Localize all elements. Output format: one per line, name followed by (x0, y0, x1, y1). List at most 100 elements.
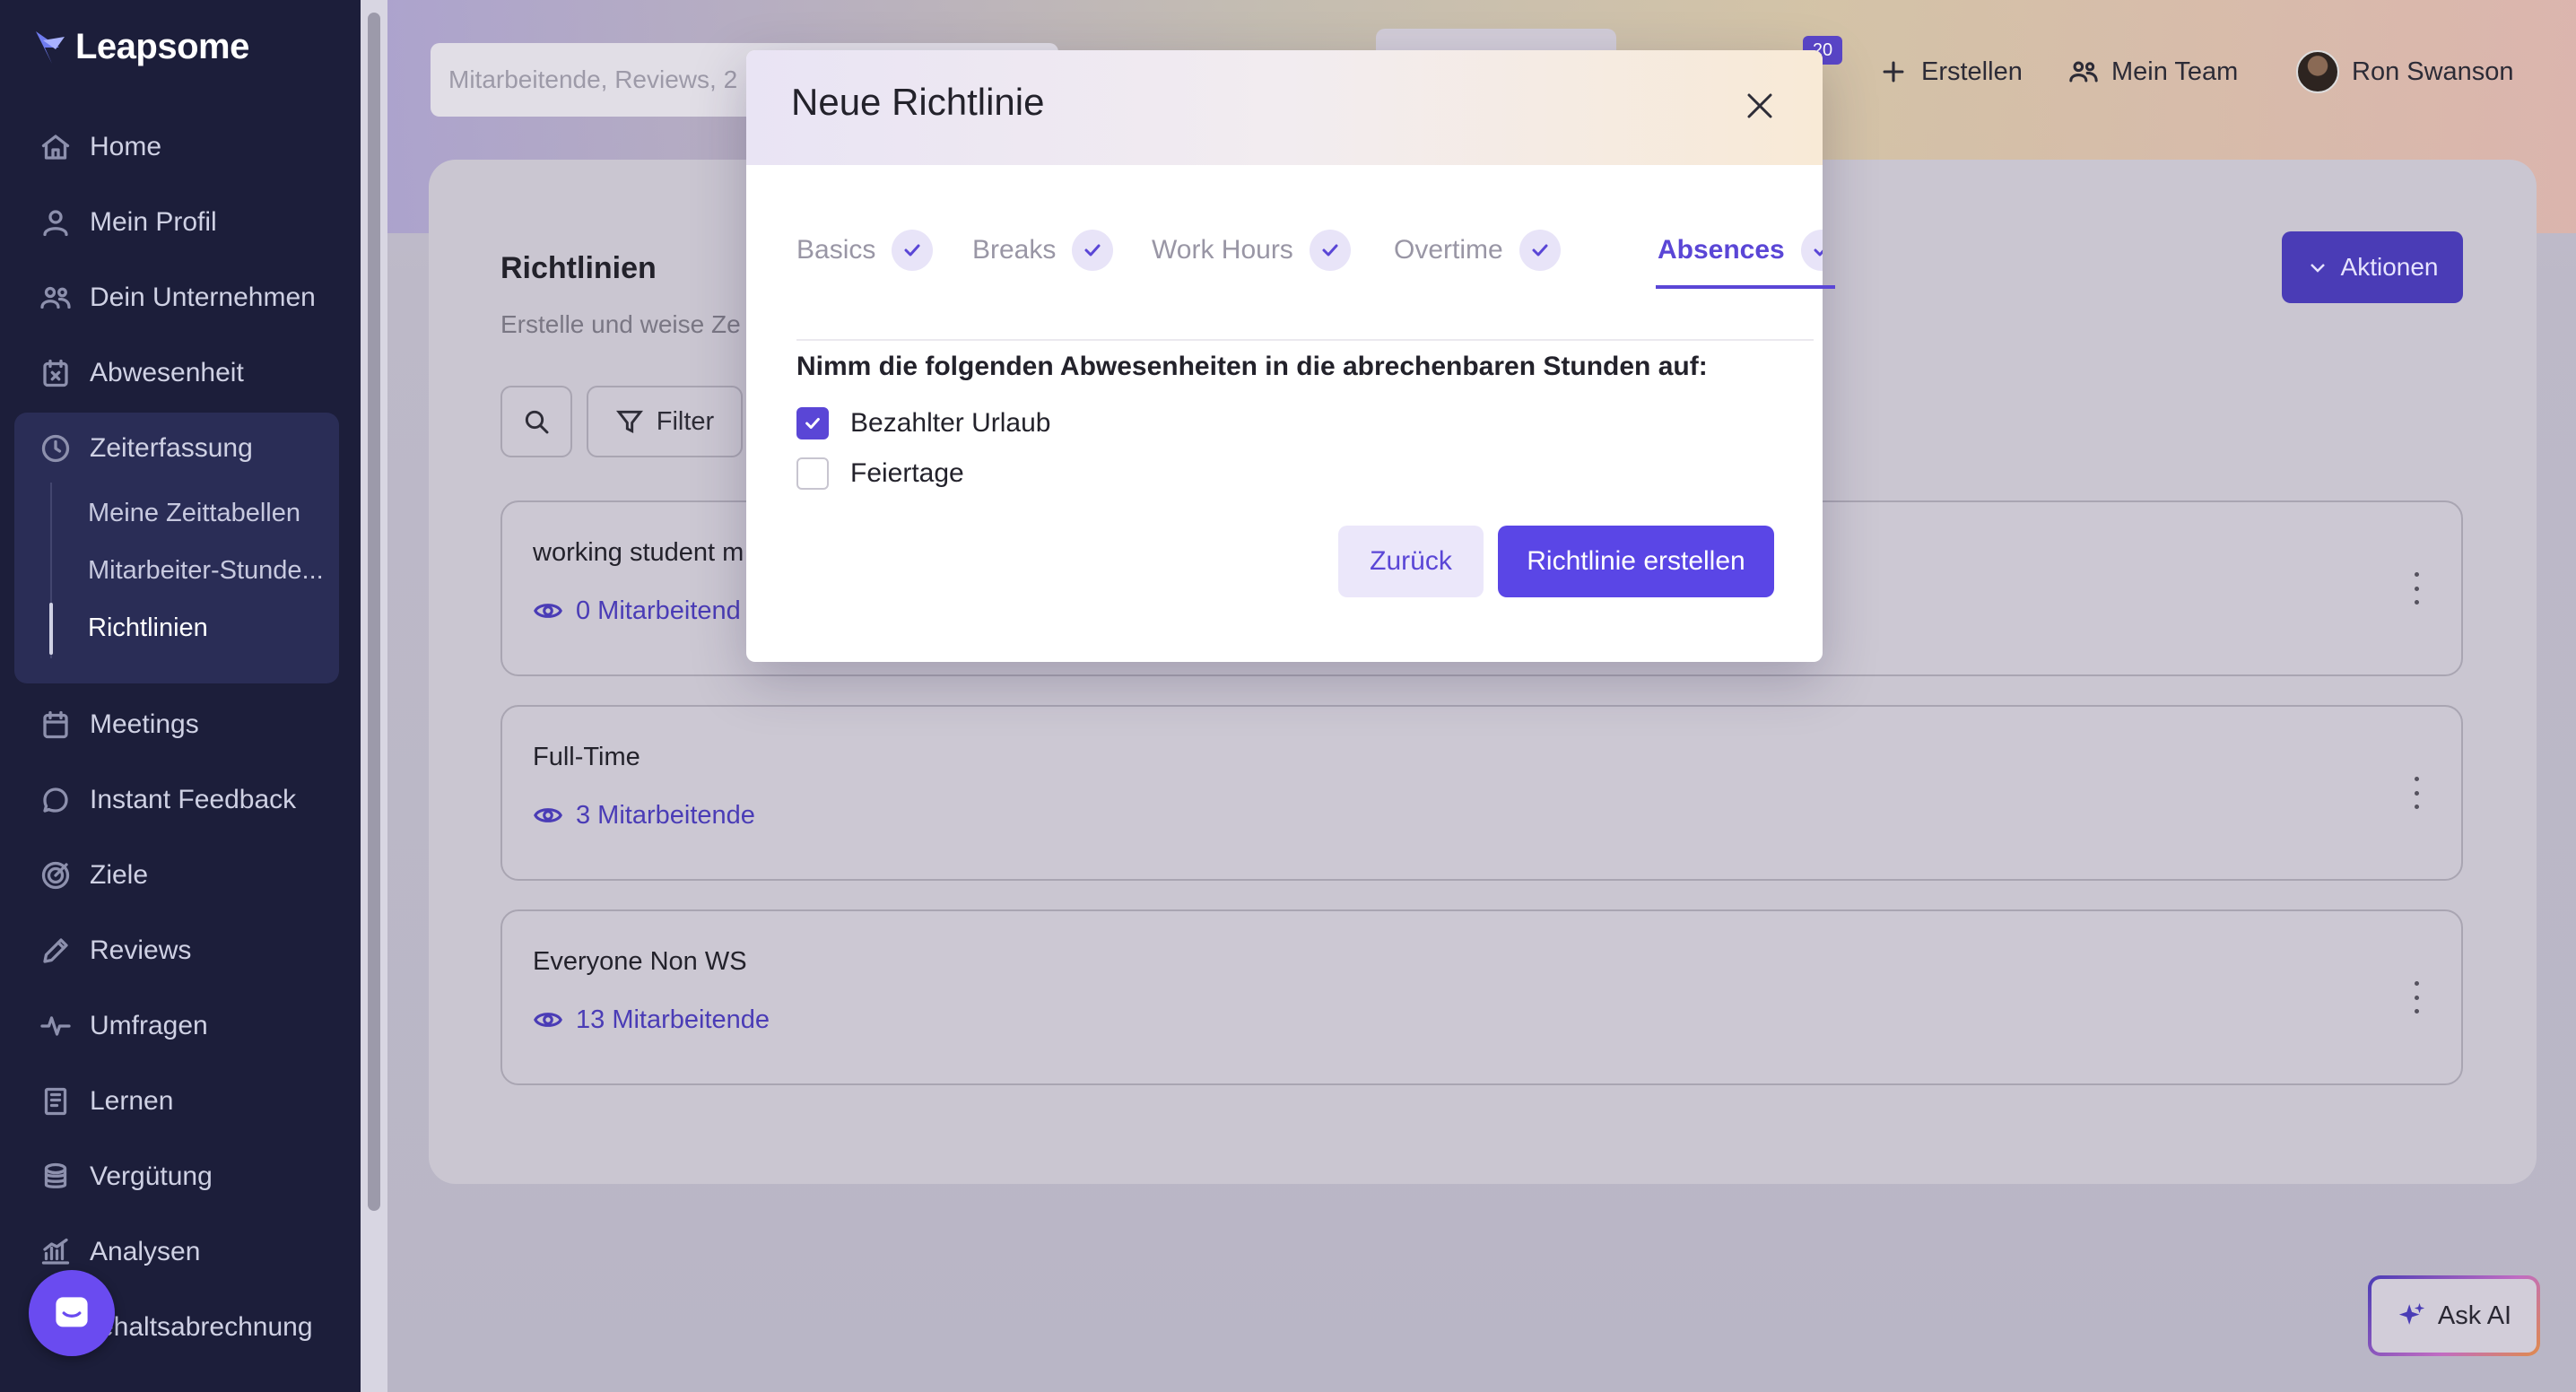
calendar-icon (43, 710, 68, 739)
sidebar-item-time-tracking[interactable]: Zeiterfassung (39, 422, 253, 475)
coins-icon (44, 1162, 67, 1188)
more-options-icon[interactable] (2411, 777, 2422, 809)
sidebar-item-instant-feedback[interactable]: Instant Feedback (39, 773, 296, 827)
leapsome-logo-icon (36, 30, 65, 64)
sidebar-item-label: Instant Feedback (90, 785, 297, 814)
search-icon (525, 410, 549, 434)
filter-icon (615, 410, 643, 434)
sidebar-subitem-employee-hours[interactable]: Mitarbeiter-Stunde... (88, 548, 339, 593)
option-holidays[interactable]: Feiertage (796, 457, 964, 490)
clock-icon (41, 434, 70, 463)
sidebar-item-reviews[interactable]: Reviews (39, 924, 191, 978)
ask-ai-inner: Ask AI (2371, 1279, 2537, 1353)
check-icon (1800, 230, 1823, 271)
filter-label: Filter (656, 406, 715, 436)
checkbox-checked[interactable] (796, 407, 829, 439)
sidebar-subitem-policies[interactable]: Richtlinien (88, 605, 339, 650)
sidebar-item-label: Zeiterfassung (90, 433, 253, 463)
chat-icon (43, 787, 68, 813)
policy-members-count: 3 Mitarbeitende (576, 800, 755, 830)
sidebar-item-label: Lernen (90, 1086, 174, 1116)
more-options-icon[interactable] (2411, 981, 2422, 1014)
filter-button[interactable]: Filter (587, 386, 743, 457)
policy-name: Full-Time (533, 743, 640, 771)
create-label: Erstellen (1921, 57, 2023, 86)
actions-button[interactable]: Aktionen (2282, 231, 2463, 303)
policy-row[interactable]: Everyone Non WS 13 Mitarbeitende (500, 909, 2463, 1085)
tab-label: Basics (796, 235, 876, 265)
back-button[interactable]: Zurück (1338, 526, 1484, 597)
eye-icon (534, 808, 562, 822)
option-paid-vacation[interactable]: Bezahlter Urlaub (796, 407, 1050, 439)
pencil-icon (43, 938, 68, 963)
modal-header: Neue Richtlinie (746, 50, 1823, 165)
policy-members-link[interactable]: 3 Mitarbeitende (533, 800, 755, 831)
policy-members-link[interactable]: 0 Mitarbeitend (533, 596, 741, 626)
sparkle-icon (2398, 1302, 2425, 1325)
support-chat-button[interactable] (29, 1270, 115, 1356)
user-menu[interactable]: Ron Swanson (2296, 45, 2514, 99)
create-policy-button[interactable]: Richtlinie erstellen (1498, 526, 1774, 597)
sidebar-item-compensation[interactable]: Vergütung (39, 1150, 213, 1204)
calendar-x-icon (43, 359, 68, 387)
leapsome-logo[interactable]: Leapsome (32, 27, 249, 67)
wizard-tabs: Basics Breaks Work Hours Overtime Absenc… (796, 228, 1823, 341)
avatar (2296, 50, 2339, 93)
sidebar-item-label: Ziele (90, 860, 149, 890)
sidebar-item-meetings[interactable]: Meetings (39, 698, 199, 752)
chart-icon (41, 1238, 70, 1265)
active-tab-underline (1656, 285, 1835, 289)
sidebar-scrollbar-thumb[interactable] (368, 13, 380, 1211)
close-button[interactable] (1742, 88, 1778, 124)
tab-work-hours[interactable]: Work Hours (1152, 228, 1351, 341)
book-icon (44, 1087, 67, 1116)
check-icon (1072, 230, 1114, 271)
sidebar-item-payroll[interactable]: ehaltsabrechnung (99, 1301, 313, 1354)
tab-basics[interactable]: Basics (796, 228, 934, 341)
eye-icon (534, 1013, 562, 1027)
ask-ai-button[interactable]: Ask AI (2368, 1275, 2540, 1356)
tab-absences[interactable]: Absences (1658, 228, 1823, 341)
policy-members-link[interactable]: 13 Mitarbeitende (533, 1005, 770, 1035)
checkbox-unchecked[interactable] (796, 457, 829, 490)
sidebar-subitem-my-timesheets[interactable]: Meine Zeittabellen (88, 491, 339, 535)
sidebar-item-company[interactable]: Dein Unternehmen (39, 271, 316, 325)
policy-members-count: 13 Mitarbeitende (576, 1005, 770, 1034)
user-icon (43, 210, 68, 237)
search-button[interactable] (500, 386, 572, 457)
sidebar-item-label: Home (90, 132, 162, 161)
option-label: Bezahlter Urlaub (850, 408, 1051, 438)
sidebar-item-absence[interactable]: Abwesenheit (39, 346, 244, 400)
chat-widget-icon (56, 1297, 88, 1327)
tab-overtime[interactable]: Overtime (1394, 228, 1561, 341)
sidebar-item-label: Mein Profil (90, 207, 217, 237)
sidebar-item-profile[interactable]: Mein Profil (39, 196, 217, 249)
more-options-icon[interactable] (2411, 572, 2422, 605)
actions-label: Aktionen (2340, 253, 2439, 281)
create-button[interactable]: Erstellen (1878, 45, 2023, 99)
my-team-button[interactable]: Mein Team (2068, 45, 2238, 99)
sidebar-item-learning[interactable]: Lernen (39, 1074, 173, 1128)
policy-members-count: 0 Mitarbeitend (576, 596, 741, 625)
check-icon (1519, 230, 1561, 271)
check-icon (1309, 230, 1351, 271)
sidebar-item-goals[interactable]: Ziele (39, 848, 148, 902)
eye-icon (534, 604, 562, 618)
sidebar-item-surveys[interactable]: Umfragen (39, 999, 208, 1053)
policy-row[interactable]: Full-Time 3 Mitarbeitende (500, 705, 2463, 881)
ask-ai-label: Ask AI (2437, 1301, 2512, 1330)
new-policy-modal: Neue Richtlinie Basics Breaks Work Hours… (746, 50, 1823, 662)
page-subtitle: Erstelle und weise Ze (500, 310, 741, 338)
app-name: Leapsome (75, 27, 249, 66)
search-placeholder: Mitarbeitende, Reviews, 2 (448, 65, 738, 93)
sidebar-item-home[interactable]: Home (39, 120, 161, 174)
user-name: Ron Swanson (2352, 57, 2514, 86)
sidebar-item-label: ehaltsabrechnung (99, 1312, 313, 1342)
pulse-icon (40, 1016, 71, 1036)
sidebar-item-label: Meetings (90, 709, 199, 739)
team-label: Mein Team (2111, 57, 2239, 86)
sidebar-item-label: Dein Unternehmen (90, 283, 316, 312)
tab-breaks[interactable]: Breaks (972, 228, 1114, 341)
modal-title: Neue Richtlinie (791, 81, 1045, 123)
sub-nav-active-indicator (49, 603, 53, 655)
